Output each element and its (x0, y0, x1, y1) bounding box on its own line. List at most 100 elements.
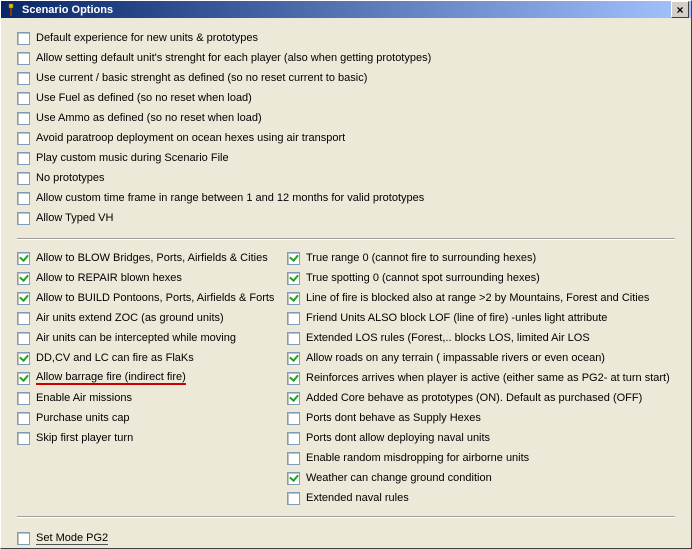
left-option-checkbox[interactable] (17, 272, 30, 285)
general-option-label: No prototypes (36, 172, 104, 184)
general-option-label: Avoid paratroop deployment on ocean hexe… (36, 132, 345, 144)
general-option-label: Use Fuel as defined (so no reset when lo… (36, 92, 252, 104)
right-option-checkbox[interactable] (287, 252, 300, 265)
left-option-label: Purchase units cap (36, 412, 130, 424)
right-option-checkbox[interactable] (287, 492, 300, 505)
left-option-row: Allow to BLOW Bridges, Ports, Airfields … (17, 248, 277, 268)
right-option-row: True range 0 (cannot fire to surrounding… (287, 248, 675, 268)
window: Scenario Options × Default experience fo… (0, 0, 692, 549)
general-option-checkbox[interactable] (17, 72, 30, 85)
section-divider (17, 238, 675, 240)
right-option-checkbox[interactable] (287, 432, 300, 445)
left-option-label: Allow barrage fire (indirect fire) (36, 371, 186, 385)
general-option-row: Use Ammo as defined (so no reset when lo… (17, 108, 675, 128)
general-option-row: Use Fuel as defined (so no reset when lo… (17, 88, 675, 108)
right-option-row: Extended LOS rules (Forest,.. blocks LOS… (287, 328, 675, 348)
right-option-row: Friend Units ALSO block LOF (line of fir… (287, 308, 675, 328)
left-option-label: DD,CV and LC can fire as FlaKs (36, 352, 194, 364)
right-option-row: Extended naval rules (287, 488, 675, 508)
right-option-checkbox[interactable] (287, 372, 300, 385)
right-option-checkbox[interactable] (287, 332, 300, 345)
left-option-row: Allow to REPAIR blown hexes (17, 268, 277, 288)
right-option-label: Line of fire is blocked also at range >2… (306, 292, 649, 304)
right-option-checkbox[interactable] (287, 292, 300, 305)
right-option-label: Allow roads on any terrain ( impassable … (306, 352, 605, 364)
right-option-row: Ports dont allow deploying naval units (287, 428, 675, 448)
right-option-label: Added Core behave as prototypes (ON). De… (306, 392, 642, 404)
general-option-checkbox[interactable] (17, 172, 30, 185)
general-option-checkbox[interactable] (17, 192, 30, 205)
set-mode-label: Set Mode PG2 (36, 532, 108, 545)
right-option-label: Enable random misdropping for airborne u… (306, 452, 529, 464)
right-option-row: True spotting 0 (cannot spot surrounding… (287, 268, 675, 288)
right-option-row: Reinforces arrives when player is active… (287, 368, 675, 388)
general-option-row: Allow Typed VH (17, 208, 675, 228)
right-option-row: Enable random misdropping for airborne u… (287, 448, 675, 468)
left-option-checkbox[interactable] (17, 292, 30, 305)
left-option-row: Skip first player turn (17, 428, 277, 448)
general-option-row: Allow custom time frame in range between… (17, 188, 675, 208)
set-mode-row: Set Mode PG2 (17, 528, 675, 548)
section-divider-2 (17, 516, 675, 518)
left-option-row: Allow barrage fire (indirect fire) (17, 368, 277, 388)
right-option-row: Line of fire is blocked also at range >2… (287, 288, 675, 308)
general-option-checkbox[interactable] (17, 112, 30, 125)
right-option-row: Weather can change ground condition (287, 468, 675, 488)
left-option-label: Air units can be intercepted while movin… (36, 332, 236, 344)
right-option-label: Ports dont allow deploying naval units (306, 432, 490, 444)
general-option-checkbox[interactable] (17, 132, 30, 145)
left-option-row: Air units extend ZOC (as ground units) (17, 308, 277, 328)
right-option-label: Extended LOS rules (Forest,.. blocks LOS… (306, 332, 590, 344)
general-option-label: Allow setting default unit's strenght fo… (36, 52, 431, 64)
right-option-label: True range 0 (cannot fire to surrounding… (306, 252, 536, 264)
close-icon: × (676, 4, 683, 16)
left-option-checkbox[interactable] (17, 332, 30, 345)
general-option-label: Default experience for new units & proto… (36, 32, 258, 44)
right-option-label: True spotting 0 (cannot spot surrounding… (306, 272, 540, 284)
left-option-checkbox[interactable] (17, 352, 30, 365)
left-option-checkbox[interactable] (17, 312, 30, 325)
general-option-label: Play custom music during Scenario File (36, 152, 229, 164)
left-option-checkbox[interactable] (17, 372, 30, 385)
right-option-checkbox[interactable] (287, 472, 300, 485)
general-option-checkbox[interactable] (17, 32, 30, 45)
general-option-checkbox[interactable] (17, 52, 30, 65)
set-mode-checkbox[interactable] (17, 532, 30, 545)
left-option-row: Air units can be intercepted while movin… (17, 328, 277, 348)
right-option-row: Added Core behave as prototypes (ON). De… (287, 388, 675, 408)
general-option-row: Allow setting default unit's strenght fo… (17, 48, 675, 68)
right-option-label: Extended naval rules (306, 492, 409, 504)
left-option-checkbox[interactable] (17, 432, 30, 445)
left-option-label: Enable Air missions (36, 392, 132, 404)
general-option-checkbox[interactable] (17, 92, 30, 105)
right-option-checkbox[interactable] (287, 352, 300, 365)
right-option-label: Weather can change ground condition (306, 472, 492, 484)
app-icon (4, 3, 18, 17)
left-option-checkbox[interactable] (17, 412, 30, 425)
right-option-checkbox[interactable] (287, 392, 300, 405)
general-option-row: Avoid paratroop deployment on ocean hexe… (17, 128, 675, 148)
right-column: True range 0 (cannot fire to surrounding… (287, 248, 675, 508)
right-option-checkbox[interactable] (287, 272, 300, 285)
general-option-checkbox[interactable] (17, 212, 30, 225)
general-option-checkbox[interactable] (17, 152, 30, 165)
left-option-label: Air units extend ZOC (as ground units) (36, 312, 224, 324)
right-option-label: Reinforces arrives when player is active… (306, 372, 670, 384)
left-option-row: Purchase units cap (17, 408, 277, 428)
right-option-label: Friend Units ALSO block LOF (line of fir… (306, 312, 607, 324)
right-option-row: Allow roads on any terrain ( impassable … (287, 348, 675, 368)
close-button[interactable]: × (671, 1, 689, 18)
general-option-row: Use current / basic strenght as defined … (17, 68, 675, 88)
right-option-checkbox[interactable] (287, 312, 300, 325)
left-option-label: Allow to REPAIR blown hexes (36, 272, 182, 284)
left-option-checkbox[interactable] (17, 392, 30, 405)
left-column: Allow to BLOW Bridges, Ports, Airfields … (17, 248, 277, 508)
general-option-row: Default experience for new units & proto… (17, 28, 675, 48)
left-option-label: Allow to BLOW Bridges, Ports, Airfields … (36, 252, 268, 264)
right-option-checkbox[interactable] (287, 412, 300, 425)
right-option-checkbox[interactable] (287, 452, 300, 465)
left-option-label: Allow to BUILD Pontoons, Ports, Airfield… (36, 292, 274, 304)
two-column-section: Allow to BLOW Bridges, Ports, Airfields … (17, 248, 675, 508)
left-option-checkbox[interactable] (17, 252, 30, 265)
right-option-row: Ports dont behave as Supply Hexes (287, 408, 675, 428)
